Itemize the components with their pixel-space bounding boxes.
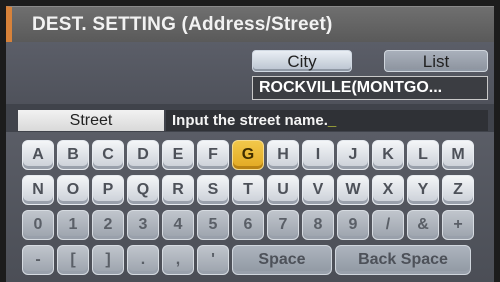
backspace-button[interactable]: Back Space [335,245,471,275]
key-m[interactable]: M [442,140,474,170]
street-label: Street [18,110,164,131]
key-2[interactable]: 2 [92,210,124,240]
list-button[interactable]: List [384,50,488,72]
key-ampersand[interactable]: & [407,210,439,240]
key-5[interactable]: 5 [197,210,229,240]
key-1[interactable]: 1 [57,210,89,240]
key-7[interactable]: 7 [267,210,299,240]
key-v[interactable]: V [302,175,334,205]
city-button[interactable]: City [252,50,352,72]
key-slash[interactable]: / [372,210,404,240]
key-comma[interactable]: , [162,245,194,275]
key-n[interactable]: N [22,175,54,205]
key-3[interactable]: 3 [127,210,159,240]
key-6[interactable]: 6 [232,210,264,240]
key-row-3: 0 1 2 3 4 5 6 7 8 9 / & + [22,210,474,240]
key-o[interactable]: O [57,175,89,205]
key-h[interactable]: H [267,140,299,170]
key-j[interactable]: J [337,140,369,170]
key-9[interactable]: 9 [337,210,369,240]
key-b[interactable]: B [57,140,89,170]
key-hyphen[interactable]: - [22,245,54,275]
key-apostrophe[interactable]: ' [197,245,229,275]
city-display: ROCKVILLE(MONTGO... [252,76,488,100]
key-k[interactable]: K [372,140,404,170]
key-close-bracket[interactable]: ] [92,245,124,275]
street-input[interactable]: Input the street name._ [166,110,488,131]
page-title: DEST. SETTING (Address/Street) [32,14,333,35]
key-row-4: - [ ] . , ' Space Back Space [22,245,471,275]
key-q[interactable]: Q [127,175,159,205]
street-placeholder: Input the street name. [172,112,328,129]
key-p[interactable]: P [92,175,124,205]
key-r[interactable]: R [162,175,194,205]
key-x[interactable]: X [372,175,404,205]
key-l[interactable]: L [407,140,439,170]
key-t[interactable]: T [232,175,264,205]
key-f[interactable]: F [197,140,229,170]
key-s[interactable]: S [197,175,229,205]
key-plus[interactable]: + [442,210,474,240]
key-u[interactable]: U [267,175,299,205]
key-8[interactable]: 8 [302,210,334,240]
key-period[interactable]: . [127,245,159,275]
key-a[interactable]: A [22,140,54,170]
key-i[interactable]: I [302,140,334,170]
key-row-1: A B C D E F G H I J K L M [22,140,474,170]
key-open-bracket[interactable]: [ [57,245,89,275]
key-g[interactable]: G [232,140,264,170]
text-cursor: _ [327,112,337,129]
key-c[interactable]: C [92,140,124,170]
navigation-screen: DEST. SETTING (Address/Street) City List… [0,0,500,282]
key-y[interactable]: Y [407,175,439,205]
key-e[interactable]: E [162,140,194,170]
title-bar: DEST. SETTING (Address/Street) [6,6,494,42]
key-w[interactable]: W [337,175,369,205]
space-button[interactable]: Space [232,245,332,275]
key-4[interactable]: 4 [162,210,194,240]
key-row-2: N O P Q R S T U V W X Y Z [22,175,474,205]
keyboard: A B C D E F G H I J K L M N O P Q R S T … [6,132,494,282]
key-0[interactable]: 0 [22,210,54,240]
key-d[interactable]: D [127,140,159,170]
key-z[interactable]: Z [442,175,474,205]
